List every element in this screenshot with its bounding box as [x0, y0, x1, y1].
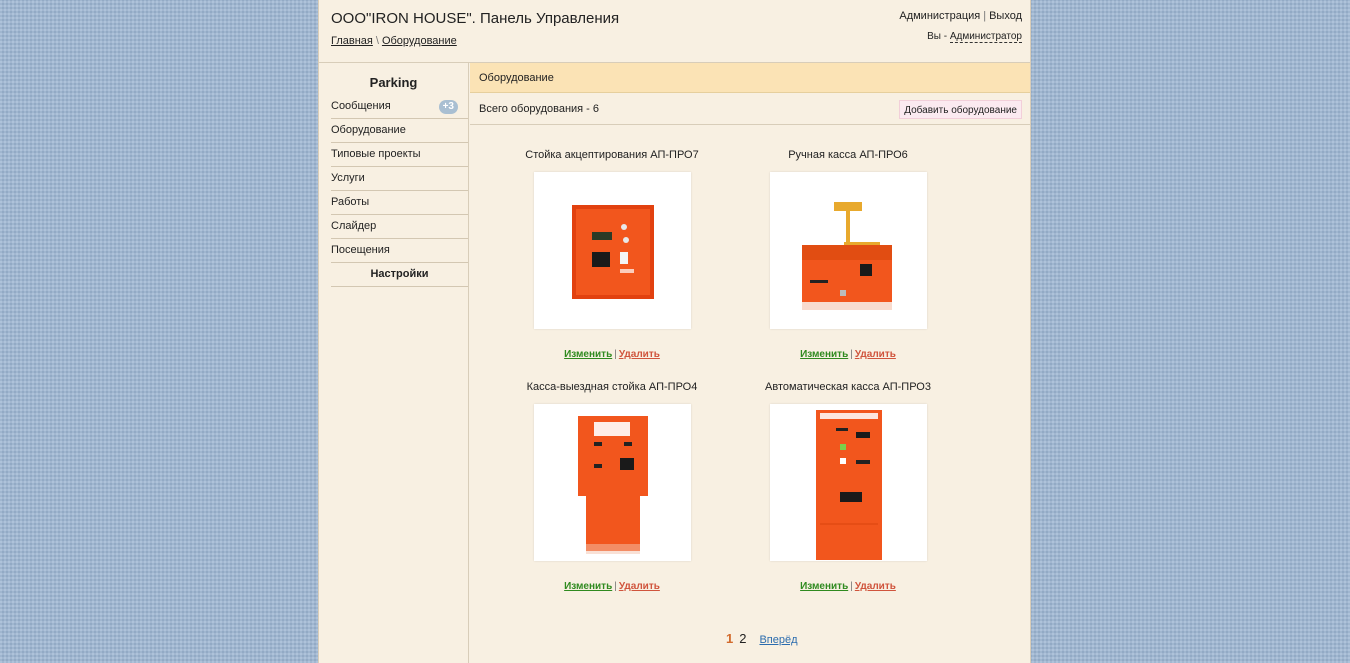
sidebar-item-label: Оборудование — [331, 124, 406, 136]
actions-separator: | — [850, 349, 853, 360]
equipment-actions: Изменить | Удалить — [748, 349, 948, 360]
sidebar-item-services[interactable]: Услуги — [331, 167, 468, 191]
delete-link[interactable]: Удалить — [855, 581, 896, 592]
sidebar-item-settings[interactable]: Настройки — [331, 263, 468, 287]
edit-link[interactable]: Изменить — [800, 581, 848, 592]
sidebar-item-label: Типовые проекты — [331, 148, 421, 160]
sidebar-item-messages[interactable]: Сообщения +3 — [331, 95, 468, 119]
equipment-card: Стойка акцептирования АП-ПРО7 Изменить |… — [512, 147, 712, 360]
main-content: Оборудование Всего оборудования - 6 Доба… — [470, 63, 1030, 663]
top-links-separator: | — [983, 10, 987, 22]
logout-link[interactable]: Выход — [989, 10, 1022, 22]
sidebar-item-label: Работы — [331, 196, 370, 208]
exit-stand-image[interactable] — [533, 404, 691, 561]
equipment-actions: Изменить | Удалить — [512, 349, 712, 360]
page-2-link[interactable]: 2 — [739, 631, 746, 646]
equipment-name: Касса-выездная стойка АП-ПРО4 — [526, 381, 698, 393]
toolbar: Всего оборудования - 6 Добавить оборудов… — [470, 93, 1030, 125]
equipment-name: Стойка акцептирования АП-ПРО7 — [525, 149, 699, 161]
sidebar: Parking Сообщения +3 Оборудование Типовые… — [319, 63, 469, 663]
top-links: Администрация | Выход — [899, 10, 1022, 22]
edit-link[interactable]: Изменить — [564, 581, 612, 592]
sidebar-item-label: Посещения — [331, 244, 390, 256]
edit-link[interactable]: Изменить — [564, 349, 612, 360]
pagination: 1 2 Вперёд — [726, 631, 798, 646]
sidebar-item-label: Сообщения — [331, 100, 391, 112]
user-name-link[interactable]: Администратор — [949, 31, 1022, 43]
actions-separator: | — [614, 581, 617, 592]
add-equipment-button[interactable]: Добавить оборудование — [899, 100, 1022, 119]
next-page-link[interactable]: Вперёд — [759, 634, 797, 646]
messages-count-badge: +3 — [438, 100, 458, 114]
automatic-cashbox-image[interactable] — [769, 404, 927, 561]
admin-panel: ООО"IRON HOUSE". Панель Управления Главн… — [318, 0, 1031, 663]
section-title: Оборудование — [470, 63, 1030, 93]
breadcrumb-separator: \ — [375, 35, 379, 47]
equipment-actions: Изменить | Удалить — [512, 581, 712, 592]
equipment-actions: Изменить | Удалить — [748, 581, 948, 592]
equipment-total: Всего оборудования - 6 — [479, 103, 600, 115]
page-header: ООО"IRON HOUSE". Панель Управления Главн… — [319, 0, 1030, 63]
edit-link[interactable]: Изменить — [800, 349, 848, 360]
user-info: Вы - Администратор — [927, 31, 1022, 43]
actions-separator: | — [850, 581, 853, 592]
sidebar-item-equipment[interactable]: Оборудование — [331, 119, 468, 143]
actions-separator: | — [614, 349, 617, 360]
delete-link[interactable]: Удалить — [619, 349, 660, 360]
sidebar-item-slider[interactable]: Слайдер — [331, 215, 468, 239]
equipment-name: Автоматическая касса АП-ПРО3 — [765, 381, 931, 393]
sidebar-menu: Сообщения +3 Оборудование Типовые проекты… — [331, 95, 468, 287]
equipment-card: Касса-выездная стойка АП-ПРО4 Изменить |… — [512, 379, 712, 592]
sidebar-title: Parking — [369, 75, 418, 90]
equipment-name: Ручная касса АП-ПРО6 — [788, 149, 908, 161]
manual-cashbox-image[interactable] — [769, 172, 927, 329]
app-title: ООО"IRON HOUSE". Панель Управления — [331, 10, 620, 27]
user-prefix: Вы - — [927, 31, 948, 42]
sidebar-item-visits[interactable]: Посещения — [331, 239, 468, 263]
sidebar-item-label: Услуги — [331, 172, 365, 184]
equipment-card: Ручная касса АП-ПРО6 Изменить | Удалить — [748, 147, 948, 360]
sidebar-item-works[interactable]: Работы — [331, 191, 468, 215]
equipment-card: Автоматическая касса АП-ПРО3 Изменить | … — [748, 379, 948, 592]
sidebar-item-label: Слайдер — [331, 220, 377, 232]
delete-link[interactable]: Удалить — [855, 349, 896, 360]
page-current: 1 — [726, 631, 734, 646]
breadcrumb: Главная \ Оборудование — [331, 35, 457, 47]
admin-link[interactable]: Администрация — [899, 10, 980, 22]
delete-link[interactable]: Удалить — [619, 581, 660, 592]
acceptance-stand-image[interactable] — [533, 172, 691, 329]
breadcrumb-home-link[interactable]: Главная — [331, 35, 373, 47]
breadcrumb-current-link[interactable]: Оборудование — [382, 35, 457, 47]
sidebar-item-typical-projects[interactable]: Типовые проекты — [331, 143, 468, 167]
